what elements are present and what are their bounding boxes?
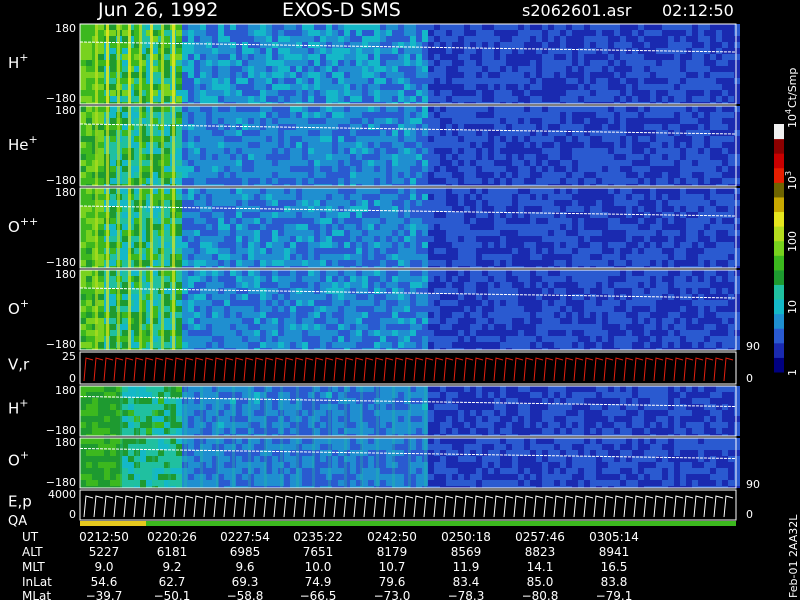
panels bbox=[79, 23, 740, 521]
panel-he-plus bbox=[79, 105, 740, 187]
cell-ut: 0242:50 bbox=[367, 530, 417, 544]
cell-mlt: 9.0 bbox=[94, 560, 113, 574]
axis-right-bottom-vr: 0 bbox=[746, 372, 753, 385]
cell-inlat: 83.8 bbox=[601, 575, 628, 589]
cell-alt: 7651 bbox=[303, 545, 334, 559]
cell-mlat: −78.3 bbox=[448, 589, 485, 600]
colorbar-tick: 10 bbox=[786, 300, 799, 314]
panel-o-plus-2 bbox=[79, 437, 740, 489]
cell-mlat: −39.7 bbox=[86, 589, 123, 600]
cell-ut: 0305:14 bbox=[589, 530, 639, 544]
axis-top-he-plus: 180 bbox=[55, 104, 76, 117]
row-label-mlat: MLat bbox=[22, 589, 51, 600]
colorbar-swatch bbox=[774, 182, 784, 198]
colorbar-swatch bbox=[774, 196, 784, 213]
colorbar-swatch bbox=[774, 313, 784, 329]
colorbar-tick: 100 bbox=[786, 231, 799, 252]
colorbar-swatch bbox=[774, 138, 784, 154]
cell-mlat: −73.0 bbox=[374, 589, 411, 600]
cell-mlt: 16.5 bbox=[601, 560, 628, 574]
cell-alt: 6985 bbox=[230, 545, 261, 559]
cell-mlat: −58.8 bbox=[227, 589, 264, 600]
colorbar-swatch bbox=[774, 153, 784, 169]
cell-mlt: 9.2 bbox=[162, 560, 181, 574]
cell-ut: 0220:26 bbox=[147, 530, 197, 544]
header-instrument: EXOS-D SMS bbox=[282, 0, 401, 21]
cell-alt: 8179 bbox=[377, 545, 408, 559]
cell-mlt: 10.7 bbox=[379, 560, 406, 574]
cell-alt: 6181 bbox=[157, 545, 188, 559]
axis-right-top-vr: 90 bbox=[746, 340, 760, 353]
colorbar-swatch bbox=[774, 167, 784, 183]
cell-ut: 0235:22 bbox=[293, 530, 343, 544]
cell-inlat: 85.0 bbox=[527, 575, 554, 589]
row-label-mlt: MLT bbox=[22, 560, 45, 574]
axis-right-top-ep: 90 bbox=[746, 478, 760, 491]
panel-label-ep: E,p bbox=[8, 493, 32, 511]
qa-bar-yellow bbox=[80, 521, 146, 526]
panel-h-plus-2 bbox=[79, 385, 740, 437]
colorbar-swatch bbox=[774, 284, 784, 300]
colorbar-swatch bbox=[774, 299, 784, 315]
axis-bottom-ep: 0 bbox=[69, 508, 76, 521]
axis-right-bottom-ep: 0 bbox=[746, 508, 753, 521]
cell-ut: 0227:54 bbox=[220, 530, 270, 544]
qa-label: QA bbox=[8, 514, 27, 529]
colorbar-swatch bbox=[774, 226, 784, 242]
row-label-ut: UT bbox=[22, 530, 39, 544]
cell-alt: 8823 bbox=[525, 545, 556, 559]
cell-inlat: 74.9 bbox=[305, 575, 332, 589]
row-label-alt: ALT bbox=[22, 545, 43, 559]
panel-vr bbox=[79, 351, 737, 385]
cell-inlat: 69.3 bbox=[232, 575, 259, 589]
cell-mlat: −50.1 bbox=[154, 589, 191, 600]
axis-top-o-plus-plus: 180 bbox=[55, 186, 76, 199]
cell-inlat: 62.7 bbox=[159, 575, 186, 589]
colorbar-tick: 1 bbox=[786, 369, 799, 376]
cell-mlt: 10.0 bbox=[305, 560, 332, 574]
colorbar-swatch bbox=[774, 357, 784, 373]
row-label-inlat: InLat bbox=[22, 575, 52, 589]
colorbar-swatch bbox=[774, 328, 784, 344]
cell-mlt: 14.1 bbox=[527, 560, 554, 574]
cell-alt: 8569 bbox=[451, 545, 482, 559]
colorbar-swatch bbox=[774, 255, 784, 271]
panel-label-vr: V,r bbox=[8, 356, 30, 374]
colorbar-unit: Ct/Smp bbox=[786, 68, 799, 108]
cell-mlt: 9.6 bbox=[235, 560, 254, 574]
cell-ut: 0250:18 bbox=[441, 530, 491, 544]
colorbar-swatch bbox=[774, 342, 784, 358]
cell-alt: 5227 bbox=[89, 545, 120, 559]
cell-ut: 0212:50 bbox=[79, 530, 129, 544]
cell-mlat: −66.5 bbox=[300, 589, 337, 600]
cell-alt: 8941 bbox=[599, 545, 630, 559]
cell-mlt: 11.9 bbox=[453, 560, 480, 574]
spectrogram-figure: Jun 26, 1992 EXOS-D SMS s2062601.asr 02:… bbox=[0, 0, 800, 600]
qa-bar-green bbox=[146, 521, 736, 526]
colorbar-swatch bbox=[774, 240, 784, 256]
axis-top-ep: 4000 bbox=[48, 488, 76, 501]
side-label: Feb-01 2AA32L bbox=[787, 514, 800, 598]
cell-ut: 0257:46 bbox=[515, 530, 565, 544]
cell-mlat: −79.1 bbox=[596, 589, 633, 600]
cell-mlat: −80.8 bbox=[522, 589, 559, 600]
cell-inlat: 79.6 bbox=[379, 575, 406, 589]
axis-top-h-plus-2: 180 bbox=[55, 384, 76, 397]
axis-top-o-plus-2: 180 bbox=[55, 436, 76, 449]
colorbar-swatch bbox=[774, 269, 784, 285]
axis-top-h-plus: 180 bbox=[55, 22, 76, 35]
colorbar-swatch bbox=[774, 211, 784, 227]
cell-inlat: 54.6 bbox=[91, 575, 118, 589]
axis-top-o-plus: 180 bbox=[55, 268, 76, 281]
header-file: s2062601.asr bbox=[522, 1, 632, 20]
panel-h-plus bbox=[79, 23, 740, 105]
panel-o-plus bbox=[79, 269, 740, 351]
header-date: Jun 26, 1992 bbox=[97, 0, 218, 21]
panel-o-plus-plus bbox=[79, 187, 740, 269]
axis-top-vr: 25 bbox=[62, 350, 76, 363]
cell-inlat: 83.4 bbox=[453, 575, 480, 589]
panel-ep bbox=[79, 489, 737, 521]
header-time: 02:12:50 bbox=[662, 1, 734, 20]
colorbar-swatch bbox=[774, 124, 784, 140]
